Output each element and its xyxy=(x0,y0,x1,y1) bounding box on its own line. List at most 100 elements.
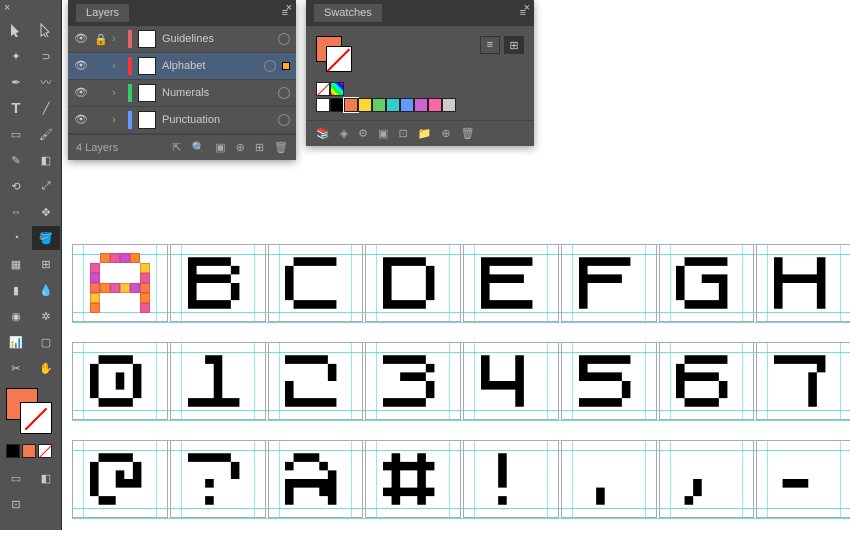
swatches-tab[interactable]: Swatches xyxy=(314,4,382,22)
glyph-cell-period[interactable] xyxy=(561,440,657,518)
target-icon[interactable] xyxy=(278,114,290,126)
glyph-cell-D[interactable] xyxy=(365,244,461,322)
fill-stroke-indicator[interactable] xyxy=(0,382,61,442)
shaper-tool[interactable]: ✎ xyxy=(2,148,30,172)
selection-tool[interactable] xyxy=(2,18,30,42)
swatches-close[interactable]: × xyxy=(524,2,530,14)
mini-swatch-none[interactable] xyxy=(38,444,52,458)
library-icon[interactable]: 📚 xyxy=(316,127,330,140)
delete-swatch-icon[interactable]: 🗑 xyxy=(461,127,475,140)
glyph-cell-F[interactable] xyxy=(561,244,657,322)
type-tool[interactable]: T xyxy=(2,96,30,120)
mini-swatch-black[interactable] xyxy=(6,444,20,458)
scale-tool[interactable]: ⤢ xyxy=(32,174,60,198)
chevron-right-icon[interactable]: › xyxy=(112,114,122,126)
glyph-cell-ampersand[interactable] xyxy=(268,440,364,518)
swatch-pink[interactable] xyxy=(428,98,442,112)
screen-mode[interactable]: ⊡ xyxy=(2,492,30,516)
glyph-cell-A[interactable] xyxy=(72,244,168,322)
chevron-right-icon[interactable]: › xyxy=(112,33,122,45)
rotate-tool[interactable]: ⟲ xyxy=(2,174,30,198)
gradient-tool[interactable]: ▮ xyxy=(2,278,30,302)
visibility-icon[interactable]: 👁 xyxy=(74,32,88,46)
symbol-sprayer-tool[interactable]: ✲ xyxy=(32,304,60,328)
new-sublayer-icon[interactable]: ⊕ xyxy=(236,141,245,154)
glyph-cell-G[interactable] xyxy=(659,244,755,322)
swatch-white[interactable] xyxy=(316,98,330,112)
glyph-cell-dash[interactable] xyxy=(756,440,850,518)
new-swatch-icon[interactable]: ⊕ xyxy=(441,127,450,140)
glyph-cell-E[interactable] xyxy=(463,244,559,322)
layer-row-guidelines[interactable]: 👁 🔒 › Guidelines xyxy=(68,26,296,53)
glyph-cell-4[interactable] xyxy=(463,342,559,420)
paintbrush-tool[interactable]: 🖌 xyxy=(32,122,60,146)
hand-tool[interactable]: ✋ xyxy=(32,356,60,380)
drawing-mode-behind[interactable]: ◧ xyxy=(32,466,60,490)
lasso-tool[interactable]: ⊃ xyxy=(32,44,60,68)
locate-object-icon[interactable]: ⇱ xyxy=(172,141,181,154)
toolbar-close[interactable]: × xyxy=(0,0,61,16)
glyph-cell-comma[interactable] xyxy=(659,440,755,518)
column-graph-tool[interactable]: 📊 xyxy=(2,330,30,354)
glyph-cell-3[interactable] xyxy=(365,342,461,420)
glyph-cell-0[interactable] xyxy=(72,342,168,420)
layers-tab[interactable]: Layers xyxy=(76,4,129,22)
swatch-cyan[interactable] xyxy=(386,98,400,112)
pen-tool[interactable]: ✒ xyxy=(2,70,30,94)
swatch-stroke[interactable] xyxy=(326,46,352,72)
visibility-icon[interactable]: 👁 xyxy=(74,59,88,73)
swatch-black[interactable] xyxy=(330,98,344,112)
new-group-icon[interactable]: ▣ xyxy=(378,127,388,140)
line-tool[interactable]: ╱ xyxy=(32,96,60,120)
list-view-icon[interactable]: ≡ xyxy=(480,36,500,54)
direct-selection-tool[interactable] xyxy=(32,18,60,42)
glyph-cell-hash[interactable] xyxy=(365,440,461,518)
grid-view-icon[interactable]: ⊞ xyxy=(504,36,524,54)
lock-icon[interactable]: 🔒 xyxy=(94,33,106,45)
target-icon[interactable] xyxy=(264,60,276,72)
perspective-tool[interactable]: ▦ xyxy=(2,252,30,276)
glyph-cell-at[interactable] xyxy=(72,440,168,518)
glyph-cell-exclaim[interactable] xyxy=(463,440,559,518)
layer-row-punctuation[interactable]: 👁 › Punctuation xyxy=(68,107,296,134)
rectangle-tool[interactable]: ▭ xyxy=(2,122,30,146)
artboard-tool[interactable]: ▢ xyxy=(32,330,60,354)
clip-mask-icon[interactable]: ▣ xyxy=(215,141,225,154)
blend-tool[interactable]: ◉ xyxy=(2,304,30,328)
search-icon[interactable]: 🔍 xyxy=(191,141,205,154)
options-icon[interactable]: ⚙ xyxy=(358,127,368,140)
show-kinds-icon[interactable]: ◈ xyxy=(340,127,348,140)
glyph-cell-question[interactable] xyxy=(170,440,266,518)
stroke-color[interactable] xyxy=(20,402,52,434)
swatch-purple[interactable] xyxy=(414,98,428,112)
target-icon[interactable] xyxy=(278,33,290,45)
eraser-tool[interactable]: ◧ xyxy=(32,148,60,172)
free-transform-tool[interactable]: ✥ xyxy=(32,200,60,224)
layers-close[interactable]: × xyxy=(286,2,292,14)
swatch-yellow[interactable] xyxy=(358,98,372,112)
slice-tool[interactable]: ✂ xyxy=(2,356,30,380)
swatch-gray[interactable] xyxy=(442,98,456,112)
new-layer-icon[interactable]: ⊞ xyxy=(255,141,264,154)
eyedropper-tool[interactable]: 💧 xyxy=(32,278,60,302)
layer-row-alphabet[interactable]: 👁 › Alphabet xyxy=(68,53,296,80)
visibility-icon[interactable]: 👁 xyxy=(74,86,88,100)
chevron-right-icon[interactable]: › xyxy=(112,60,122,72)
target-icon[interactable] xyxy=(278,87,290,99)
glyph-cell-6[interactable] xyxy=(659,342,755,420)
curvature-tool[interactable]: 〰 xyxy=(32,70,60,94)
chevron-right-icon[interactable]: › xyxy=(112,87,122,99)
delete-icon[interactable]: 🗑 xyxy=(274,141,288,154)
swatch-blue[interactable] xyxy=(400,98,414,112)
layer-row-numerals[interactable]: 👁 › Numerals xyxy=(68,80,296,107)
drawing-mode-normal[interactable]: ▭ xyxy=(2,466,30,490)
width-tool[interactable]: ⇔ xyxy=(2,200,30,224)
glyph-cell-C[interactable] xyxy=(268,244,364,322)
mini-swatch-orange[interactable] xyxy=(22,444,36,458)
folder-icon[interactable]: 📁 xyxy=(418,127,432,140)
new-color-group-icon[interactable]: ⊡ xyxy=(398,127,407,140)
mesh-tool[interactable]: ⊞ xyxy=(32,252,60,276)
visibility-icon[interactable]: 👁 xyxy=(74,113,88,127)
glyph-A-selected[interactable] xyxy=(90,253,150,313)
glyph-cell-H[interactable] xyxy=(756,244,850,322)
